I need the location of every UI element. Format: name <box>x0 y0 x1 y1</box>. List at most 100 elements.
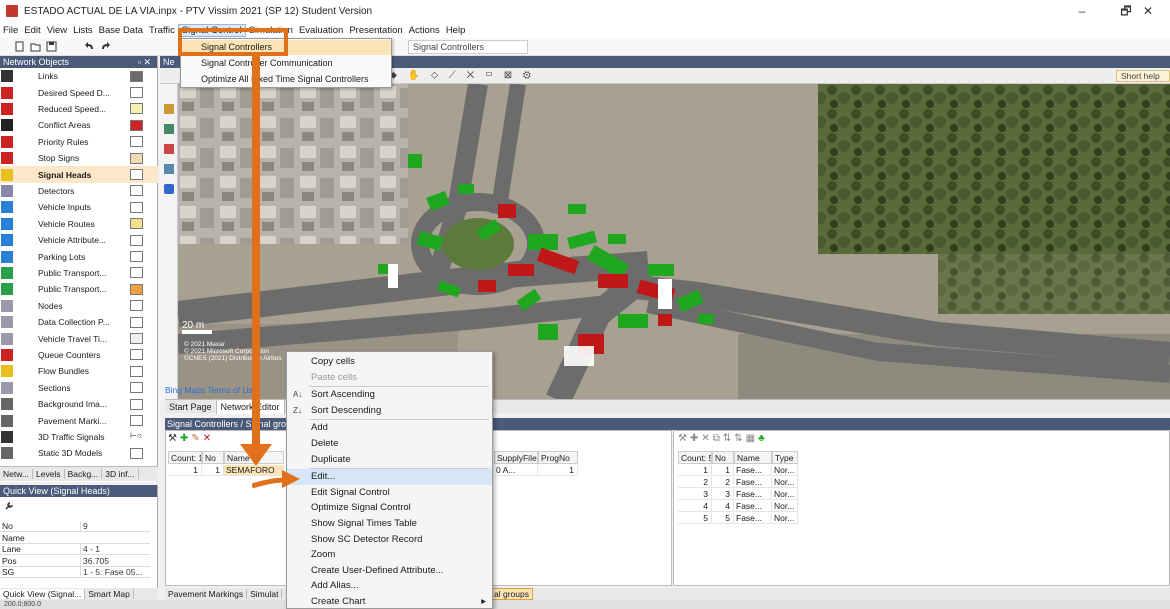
network-object-style-swatch[interactable] <box>130 136 143 148</box>
signal-group-cell-name[interactable]: Fase... <box>734 513 772 524</box>
tab-quick-view[interactable]: Quick View (Signal... <box>0 589 86 599</box>
signal-groups-toolbar[interactable]: ⚒✚✕⧉⇅⇅▦♣ <box>678 433 768 444</box>
ruler-tool-icon[interactable] <box>164 164 174 174</box>
context-menu-item[interactable]: Edit... <box>287 469 492 485</box>
context-menu-item[interactable]: Zoom <box>287 547 492 563</box>
network-object-style-swatch[interactable] <box>130 218 143 230</box>
menu-actions[interactable]: Actions <box>406 25 443 36</box>
network-object-style-swatch[interactable] <box>130 267 143 279</box>
menu-lists[interactable]: Lists <box>70 25 96 36</box>
network-object-style-swatch[interactable] <box>130 349 143 361</box>
tab-smart-map[interactable]: Smart Map <box>85 589 134 599</box>
tab-simulation[interactable]: Simulat <box>247 589 283 599</box>
network-object-row[interactable]: Reduced Speed... <box>0 101 158 117</box>
new-file-icon[interactable] <box>14 41 25 52</box>
network-object-style-swatch[interactable] <box>130 251 143 263</box>
tab-network-objects[interactable]: Netw... <box>0 469 33 479</box>
network-object-row[interactable]: Parking Lots <box>0 248 158 264</box>
minimize-button[interactable]: – <box>1060 0 1104 22</box>
menu-file[interactable]: File <box>0 25 21 36</box>
network-object-style-swatch[interactable]: ⊢○ <box>130 431 143 442</box>
network-object-row[interactable]: Queue Counters <box>0 347 158 363</box>
signal-group-cell-no[interactable]: 1 <box>712 465 734 476</box>
network-object-style-swatch[interactable] <box>130 382 143 394</box>
signal-group-cell-type[interactable]: Nor... <box>772 501 798 512</box>
network-object-style-swatch[interactable] <box>130 201 143 213</box>
network-object-row[interactable]: Detectors <box>0 183 158 199</box>
network-object-row[interactable]: Stop Signs <box>0 150 158 166</box>
undo-icon[interactable] <box>84 41 95 52</box>
signal-group-cell-name[interactable]: Fase... <box>734 477 772 488</box>
tab-backgrounds[interactable]: Backg... <box>65 469 103 479</box>
network-object-style-swatch[interactable] <box>130 316 143 328</box>
context-menu-item[interactable]: Add <box>287 420 492 436</box>
signal-group-cell-no[interactable]: 5 <box>712 513 734 524</box>
network-object-row[interactable]: Nodes <box>0 298 158 314</box>
sc-count-header[interactable]: Count: 1 <box>168 451 202 464</box>
tab-network-editor[interactable]: Network Editor <box>216 399 285 414</box>
network-object-row[interactable]: Priority Rules <box>0 134 158 150</box>
network-object-style-swatch[interactable] <box>130 415 143 427</box>
signal-group-cell-name[interactable]: Fase... <box>734 465 772 476</box>
network-object-row[interactable]: Flow Bundles <box>0 363 158 379</box>
context-menu-item[interactable]: Create Chart ▸ <box>287 594 492 609</box>
network-object-style-swatch[interactable] <box>130 234 143 246</box>
menu-item-sc-communication[interactable]: Signal Controller Communication <box>181 56 391 71</box>
network-object-style-swatch[interactable] <box>130 300 143 312</box>
context-menu-item[interactable]: Optimize Signal Control <box>287 500 492 516</box>
select-tool-icon[interactable] <box>164 104 174 114</box>
network-object-style-swatch[interactable] <box>130 119 143 131</box>
network-object-row[interactable]: Desired Speed D... <box>0 84 158 100</box>
network-object-row[interactable]: Sections <box>0 380 158 396</box>
network-object-style-swatch[interactable] <box>130 70 143 82</box>
short-help-button[interactable]: Short help <box>1116 70 1170 82</box>
tab-levels[interactable]: Levels <box>33 469 65 479</box>
context-menu-item[interactable]: Duplicate <box>287 452 492 468</box>
signal-group-cell-no[interactable]: 4 <box>712 501 734 512</box>
sg-col-no[interactable]: No <box>712 451 734 464</box>
menu-traffic[interactable]: Traffic <box>146 25 178 36</box>
context-menu-item[interactable]: Create User-Defined Attribute... <box>287 563 492 579</box>
context-menu-item[interactable]: Edit Signal Control <box>287 485 492 501</box>
list-selector-combo[interactable]: Signal Controllers <box>408 40 528 54</box>
bing-maps-terms-link[interactable]: Bing Maps Terms of Use <box>165 385 257 395</box>
menu-help[interactable]: Help <box>443 25 469 36</box>
wrench-icon[interactable] <box>4 501 14 511</box>
network-object-style-swatch[interactable] <box>130 87 143 99</box>
menu-presentation[interactable]: Presentation <box>346 25 405 36</box>
network-object-style-swatch[interactable] <box>130 333 143 345</box>
context-menu-item[interactable]: Sort Descending Z↓ <box>287 403 492 419</box>
signal-group-cell-name[interactable]: Fase... <box>734 501 772 512</box>
tab-start-page[interactable]: Start Page <box>165 399 217 414</box>
close-button[interactable]: ✕ <box>1126 0 1170 22</box>
sg-count-header[interactable]: Count: 5 <box>678 451 712 464</box>
network-object-row[interactable]: Background Ima... <box>0 396 158 412</box>
list-toolbar[interactable]: ⚒✚✎✕ <box>168 433 214 444</box>
signal-group-cell-type[interactable]: Nor... <box>772 489 798 500</box>
context-menu-item[interactable]: Sort Ascending A↓ <box>287 387 492 403</box>
network-object-row[interactable]: Public Transport... <box>0 281 158 297</box>
context-menu-item[interactable]: Add Alias... <box>287 578 492 594</box>
sc-col-no[interactable]: No <box>202 451 224 464</box>
context-menu-item[interactable]: Show Signal Times Table <box>287 516 492 532</box>
signal-group-cell-name[interactable]: Fase... <box>734 489 772 500</box>
network-object-row[interactable]: 3D Traffic Signals ⊢○ <box>0 429 158 445</box>
tab-pavement-markings[interactable]: Pavement Markings <box>165 589 248 599</box>
save-icon[interactable] <box>46 41 57 52</box>
network-object-style-swatch[interactable] <box>130 447 143 459</box>
signal-group-cell-no[interactable]: 3 <box>712 489 734 500</box>
network-object-row[interactable]: Conflict Areas <box>0 117 158 133</box>
sg-col-name[interactable]: Name <box>734 451 772 464</box>
network-object-row[interactable]: Links <box>0 68 158 84</box>
network-object-row[interactable]: Signal Heads <box>0 166 158 183</box>
context-menu-item[interactable]: Copy cells <box>287 354 492 370</box>
network-object-style-swatch[interactable] <box>130 365 143 377</box>
network-object-style-swatch[interactable] <box>130 169 143 181</box>
network-object-row[interactable]: Pavement Marki... <box>0 412 158 428</box>
signal-group-cell-no[interactable]: 2 <box>712 477 734 488</box>
quick-view-value[interactable]: 1 - 5: Fase 05... <box>80 567 148 577</box>
marker-tool-icon[interactable] <box>164 144 174 154</box>
open-folder-icon[interactable] <box>30 41 41 52</box>
tab-3d-info[interactable]: 3D inf... <box>102 469 139 479</box>
quick-view-value[interactable]: 36.705 <box>80 555 148 566</box>
